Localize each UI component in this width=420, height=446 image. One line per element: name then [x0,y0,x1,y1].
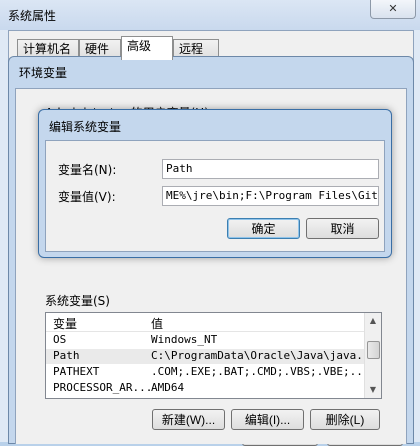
row-value: Windows_NT [151,333,218,346]
table-row[interactable]: PATHEXT .COM;.EXE;.BAT;.CMD;.VBS;.VBE;..… [46,365,365,380]
row-value: AMD64 [151,381,185,394]
edit-system-variable-dialog: 编辑系统变量 变量名(N): Path 变量值(V): ME%\jre\bin;… [38,109,392,258]
edit-dialog-ok-button[interactable]: 确定 [227,218,300,239]
close-icon[interactable]: ✕ [370,0,416,19]
variable-value-field[interactable]: ME%\jre\bin;F:\Program Files\Git\cmd [162,186,379,206]
delete-variable-button[interactable]: 删除(L) [310,409,380,430]
row-name: PATHEXT [53,365,100,378]
column-header-value[interactable]: 值 [151,315,163,332]
variable-name-field[interactable]: Path [162,159,379,179]
row-name: Path [53,349,80,362]
table-row[interactable]: PROCESSOR_AR... AMD64 [46,381,365,396]
scroll-thumb[interactable] [367,341,380,359]
edit-variable-button[interactable]: 编辑(I)... [231,409,304,430]
edit-dialog-body: 变量名(N): Path 变量值(V): ME%\jre\bin;F:\Prog… [45,140,385,252]
table-row[interactable]: OS Windows_NT [46,333,365,348]
system-properties-title: 系统属性 [8,9,57,23]
row-value: .COM;.EXE;.BAT;.CMD;.VBS;.VBE;... [151,365,365,378]
environment-variables-title: 环境变量 [19,66,68,80]
new-variable-button[interactable]: 新建(W)... [152,409,225,430]
row-name: PROCESSOR_AR... [53,381,153,394]
list-header: 变量 值 [46,313,365,332]
scroll-down-icon[interactable]: ▼ [365,382,381,398]
system-variables-list[interactable]: 变量 值 OS Windows_NT Path C:\ProgramData\O… [45,312,382,399]
column-header-variable[interactable]: 变量 [53,315,77,332]
scroll-up-icon[interactable]: ▲ [365,313,381,329]
system-properties-titlebar[interactable]: 系统属性 ✕ [0,0,420,30]
variable-value-label: 变量值(V): [58,190,116,204]
system-variables-label: 系统变量(S) [45,294,110,308]
row-name: OS [53,333,67,346]
edit-dialog-title: 编辑系统变量 [49,120,122,134]
row-value: C:\ProgramData\Oracle\Java\java... [151,349,365,362]
tab-advanced[interactable]: 高级 [121,36,173,60]
edit-dialog-cancel-button[interactable]: 取消 [306,218,379,239]
variable-name-label: 变量名(N): [58,163,117,177]
vertical-scrollbar[interactable]: ▲ ▼ [364,313,381,398]
table-row[interactable]: Path C:\ProgramData\Oracle\Java\java... [46,349,365,364]
